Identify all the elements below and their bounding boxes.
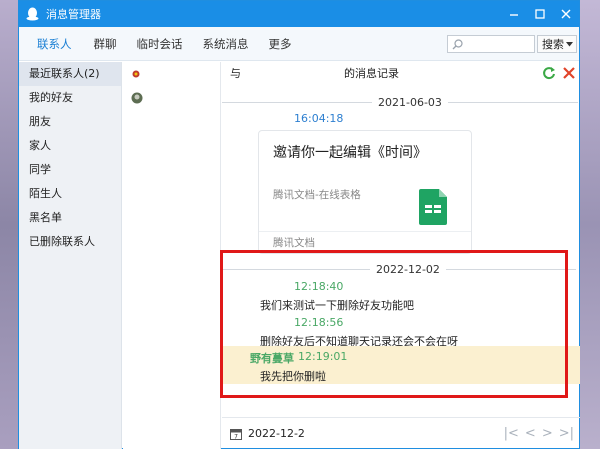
background-left xyxy=(0,0,18,449)
window-title: 消息管理器 xyxy=(46,8,101,21)
shared-doc-card[interactable]: 邀请你一起编辑《时间》 腾讯文档-在线表格 腾讯文档 xyxy=(258,130,472,254)
category-family[interactable]: 家人 xyxy=(19,134,121,158)
last-page-button[interactable]: >| xyxy=(559,426,574,441)
search-input[interactable] xyxy=(447,35,535,53)
card-subtitle: 腾讯文档-在线表格 xyxy=(273,189,361,201)
contact-list xyxy=(123,62,221,449)
spreadsheet-icon xyxy=(419,189,447,225)
search-icon xyxy=(452,38,463,49)
tab-system-messages[interactable]: 系统消息 xyxy=(193,27,259,61)
contact-categories: 最近联系人(2) 我的好友 朋友 家人 同学 陌生人 黑名单 已删除联系人 xyxy=(19,62,122,449)
highlight-box xyxy=(220,250,568,398)
category-recent[interactable]: 最近联系人(2) xyxy=(19,62,121,86)
date-separator: 2021-06-03 xyxy=(222,94,580,110)
toolbar: 联系人 群聊 临时会话 系统消息 更多 搜索 xyxy=(19,27,579,61)
prev-page-button[interactable]: < xyxy=(525,426,536,441)
delete-icon[interactable] xyxy=(562,66,576,80)
search-button[interactable]: 搜索 xyxy=(537,35,577,53)
category-deleted[interactable]: 已删除联系人 xyxy=(19,230,121,254)
category-blacklist[interactable]: 黑名单 xyxy=(19,206,121,230)
background-right xyxy=(580,0,600,449)
title-bar: 消息管理器 xyxy=(19,1,579,27)
contact-item[interactable] xyxy=(123,62,220,86)
penguin-icon xyxy=(25,7,40,22)
close-button[interactable] xyxy=(553,1,579,27)
category-strangers[interactable]: 陌生人 xyxy=(19,182,121,206)
contact-item[interactable] xyxy=(123,86,220,110)
svg-text:7: 7 xyxy=(234,433,238,440)
search-button-label: 搜索 xyxy=(542,38,564,51)
card-title: 邀请你一起编辑《时间》 xyxy=(273,145,427,161)
avatar xyxy=(132,70,140,78)
maximize-button[interactable] xyxy=(527,1,553,27)
avatar xyxy=(131,92,143,104)
record-header-prefix: 与 xyxy=(230,67,241,80)
tab-temp-sessions[interactable]: 临时会话 xyxy=(127,27,193,61)
message-time: 16:04:18 xyxy=(294,112,344,125)
record-header-title: 的消息记录 xyxy=(344,67,399,80)
tab-more[interactable]: 更多 xyxy=(259,27,302,61)
record-header: 与 的消息记录 xyxy=(222,62,580,84)
bottom-bar: 7 2022-12-2 |< < > >| xyxy=(222,417,580,449)
tab-groups[interactable]: 群聊 xyxy=(84,27,127,61)
refresh-icon[interactable] xyxy=(542,66,556,80)
calendar-icon[interactable]: 7 xyxy=(230,428,242,440)
first-page-button[interactable]: |< xyxy=(504,426,519,441)
minimize-button[interactable] xyxy=(501,1,527,27)
tab-contacts[interactable]: 联系人 xyxy=(19,27,84,61)
category-my-friends[interactable]: 我的好友 xyxy=(19,86,121,110)
date-label: 2021-06-03 xyxy=(378,95,442,109)
next-page-button[interactable]: > xyxy=(542,426,553,441)
category-classmates[interactable]: 同学 xyxy=(19,158,121,182)
pager: |< < > >| xyxy=(504,426,574,441)
date-picker-value[interactable]: 2022-12-2 xyxy=(248,427,305,440)
category-friends[interactable]: 朋友 xyxy=(19,110,121,134)
chevron-down-icon xyxy=(566,41,573,46)
